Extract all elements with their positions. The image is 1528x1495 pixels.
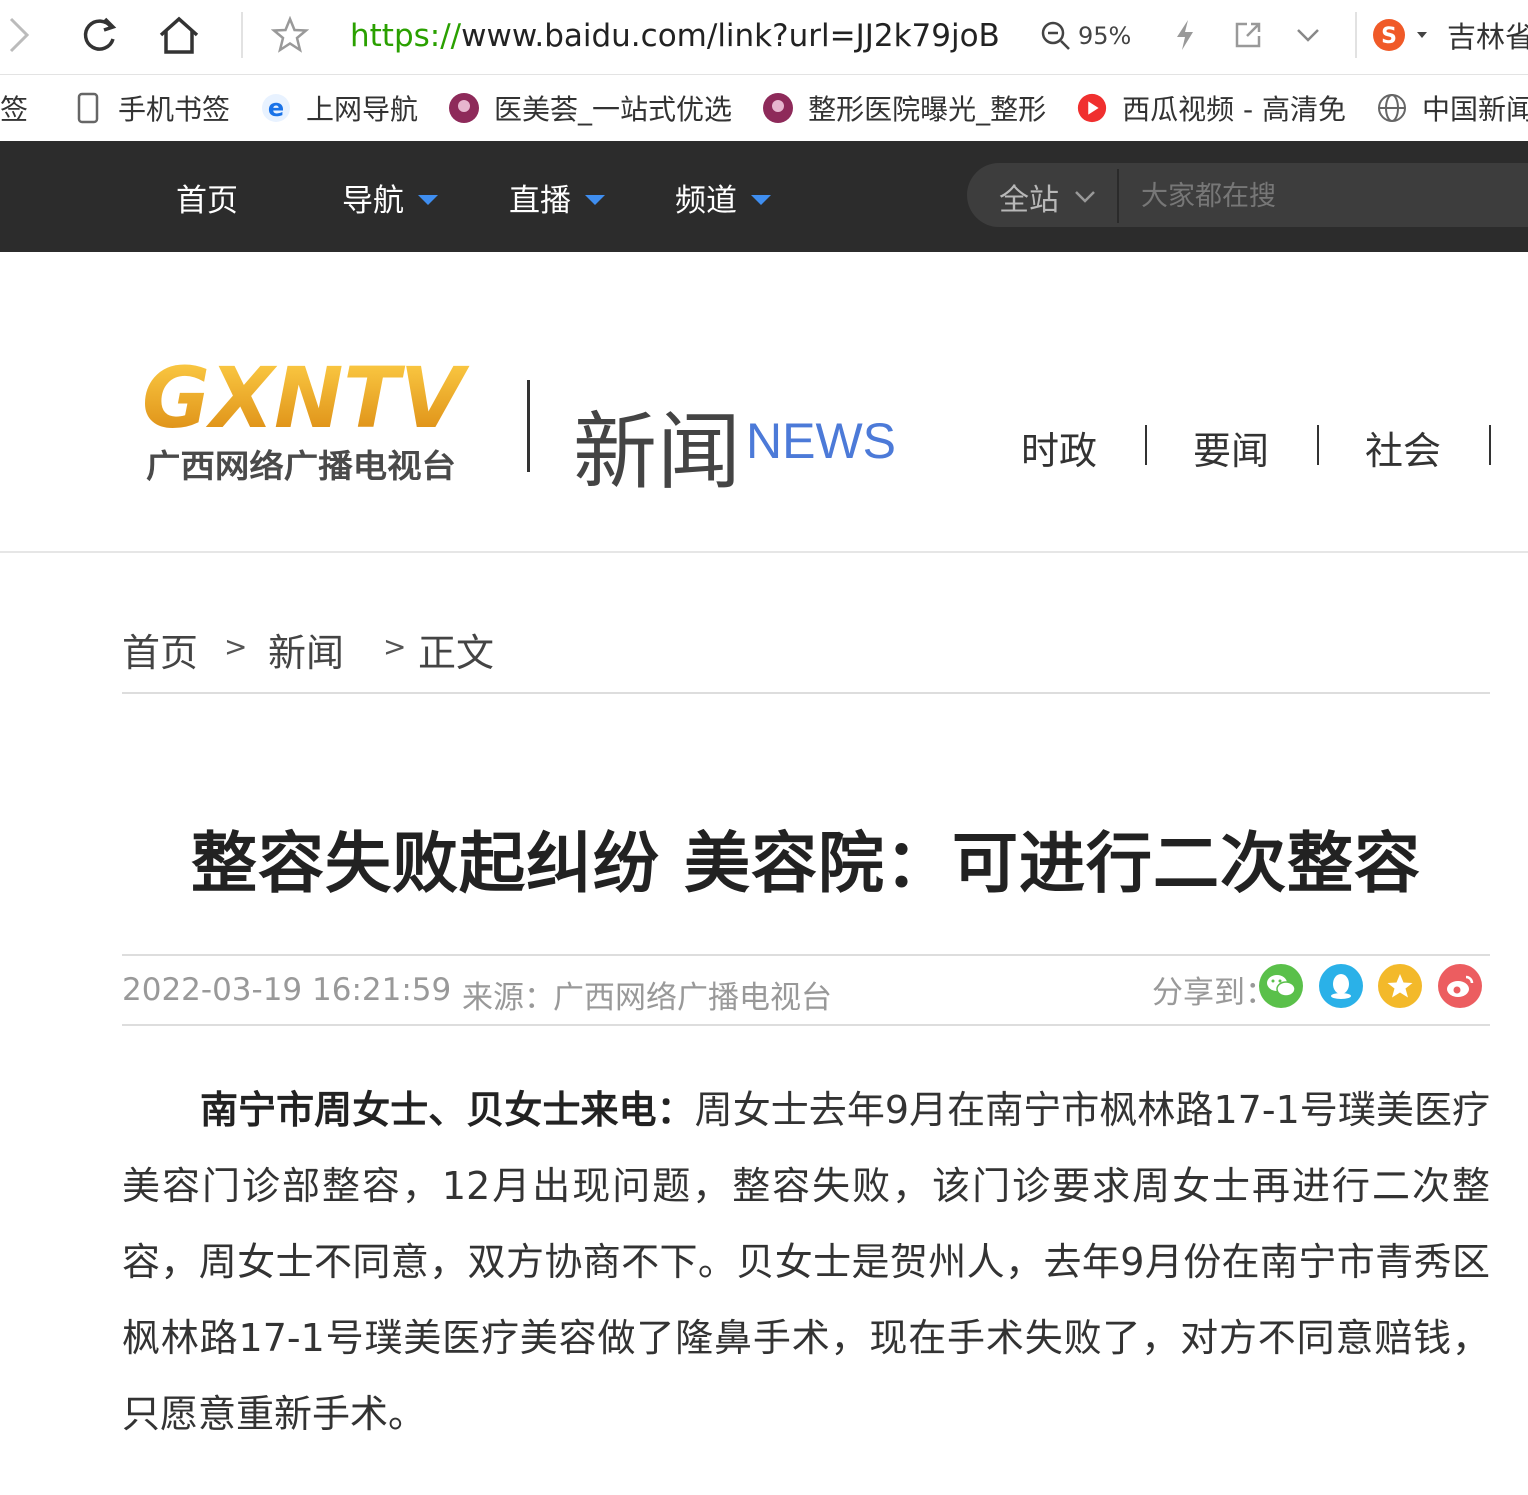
toolbar-divider — [241, 12, 243, 58]
yimeihui-icon — [448, 92, 480, 124]
breadcrumb-separator: > — [224, 630, 248, 663]
meta-rule — [122, 1024, 1490, 1026]
search-scope-label: 全站 — [999, 183, 1059, 218]
qzone-icon[interactable] — [1378, 964, 1422, 1008]
nav-channel[interactable]: 频道 — [675, 175, 771, 220]
article-lead: 南宁市周女士、贝女士来电： — [200, 1088, 695, 1132]
bookmark-label: 手机书签 — [118, 93, 231, 126]
search-scope-select[interactable]: 全站 — [999, 175, 1097, 219]
url-scheme: https:// — [350, 18, 462, 54]
bookmark-item[interactable]: 签 — [0, 88, 28, 128]
bookmark-item[interactable]: 手机书签 — [72, 88, 230, 128]
breadcrumb-separator: > — [383, 630, 407, 663]
chevron-down-icon[interactable] — [1292, 10, 1324, 60]
breadcrumb-rule — [122, 692, 1490, 694]
logo-text: GXNTV — [142, 355, 470, 447]
nav-label: 频道 — [675, 183, 737, 219]
category-separator — [1145, 425, 1147, 465]
share-page-icon[interactable] — [1230, 10, 1266, 60]
bookmark-item[interactable]: 整形医院曝光_整形 — [762, 88, 1046, 128]
phone-icon — [72, 92, 104, 124]
svg-text:S: S — [1381, 24, 1397, 49]
caret-down-icon — [418, 194, 438, 205]
article-body: 南宁市周女士、贝女士来电：周女士去年9月在南宁市枫林路17-1号璞美医疗美容门诊… — [122, 1072, 1490, 1452]
bookmark-label: 西瓜视频 - 高清免 — [1122, 93, 1346, 126]
wechat-icon[interactable] — [1259, 964, 1303, 1008]
address-bar[interactable]: https://www.baidu.com/link?url=JJ2k79joB — [350, 12, 1000, 60]
category-separator — [1489, 425, 1491, 465]
xigua-icon — [1076, 92, 1108, 124]
url-text: www.baidu.com/link?url=JJ2k79joB — [461, 18, 1000, 54]
browser-toolbar: https://www.baidu.com/link?url=JJ2k79joB… — [0, 0, 1528, 75]
svg-text:e: e — [268, 94, 284, 122]
article-title: 整容失败起纠纷 美容院：可进行二次整容 — [191, 825, 1421, 902]
bookmark-label: 上网导航 — [306, 93, 419, 126]
toolbar-divider — [1355, 12, 1357, 58]
bookmark-item[interactable]: 中国新闻网_权 — [1376, 88, 1528, 128]
zoom-out-icon — [1041, 21, 1070, 50]
chevron-down-icon — [1075, 191, 1095, 203]
category-politics[interactable]: 时政 — [1021, 420, 1097, 475]
weibo-icon[interactable] — [1438, 964, 1482, 1008]
logo-subtitle: 广西网络广播电视台 — [146, 447, 456, 485]
publish-date: 2022-03-19 16:21:59 — [122, 972, 452, 1008]
header-rule — [0, 551, 1528, 553]
caret-down-icon — [585, 194, 605, 205]
bookmark-item[interactable]: 医美荟_一站式优选 — [448, 88, 732, 128]
bookmark-item[interactable]: 西瓜视频 - 高清免 — [1076, 88, 1346, 128]
qq-icon[interactable] — [1319, 964, 1363, 1008]
site-nav-bar: 首页 导航 直播 频道 全站 — [0, 141, 1528, 252]
bookmark-star-icon[interactable] — [268, 10, 312, 60]
bookmark-label: 医美荟_一站式优选 — [494, 93, 733, 126]
zoom-level: 95% — [1078, 22, 1132, 50]
ie-icon: e — [260, 92, 292, 124]
brand-subtitle: NEWS — [746, 413, 896, 469]
profile-text[interactable]: 吉林省 — [1447, 14, 1528, 56]
nav-label: 导航 — [342, 183, 404, 219]
bookmark-label: 整形医院曝光_整形 — [808, 93, 1047, 126]
search-input[interactable] — [1117, 169, 1528, 223]
caret-down-icon — [751, 194, 771, 205]
globe-icon — [1376, 92, 1408, 124]
home-icon[interactable] — [154, 10, 204, 60]
forward-icon[interactable] — [4, 10, 34, 60]
category-separator — [1317, 425, 1319, 465]
bookmarks-bar: 签 手机书签 e 上网导航 医美荟_一站式优选 整形医院曝光_整形 西瓜视频 -… — [0, 75, 1528, 141]
lightning-icon[interactable] — [1168, 10, 1202, 60]
meta-rule — [122, 954, 1490, 956]
nav-live[interactable]: 直播 — [509, 175, 605, 220]
yimeihui-icon — [762, 92, 794, 124]
header-divider — [527, 380, 530, 472]
breadcrumb-home[interactable]: 首页 — [122, 622, 198, 677]
breadcrumb-news[interactable]: 新闻 — [268, 622, 344, 677]
source-label: 来源： — [462, 980, 555, 1016]
breadcrumb-current: 正文 — [418, 631, 495, 675]
article-paragraph: 周女士去年9月在南宁市枫林路17-1号璞美医疗美容门诊部整容，12月出现问题，整… — [122, 1088, 1490, 1436]
category-society[interactable]: 社会 — [1365, 420, 1441, 475]
bookmark-item[interactable]: e 上网导航 — [260, 88, 418, 128]
nav-label: 直播 — [509, 183, 571, 219]
gxntv-logo[interactable]: GXNTV 广西网络广播电视台 — [140, 349, 470, 490]
nav-label: 首页 — [176, 183, 238, 219]
sogou-icon[interactable]: S — [1370, 10, 1430, 60]
zoom-control[interactable]: 95% — [1040, 14, 1131, 58]
brand-title: 新闻 — [573, 403, 742, 501]
reload-icon[interactable] — [76, 10, 122, 60]
category-headlines[interactable]: 要闻 — [1193, 420, 1269, 475]
share-label: 分享到： — [1152, 975, 1276, 1011]
nav-guide[interactable]: 导航 — [342, 175, 438, 220]
source-name: 广西网络广播电视台 — [553, 980, 832, 1016]
site-search: 全站 — [967, 163, 1528, 227]
nav-home[interactable]: 首页 — [176, 175, 238, 220]
bookmark-label: 中国新闻网_权 — [1421, 93, 1528, 126]
bookmark-label: 签 — [0, 93, 29, 126]
